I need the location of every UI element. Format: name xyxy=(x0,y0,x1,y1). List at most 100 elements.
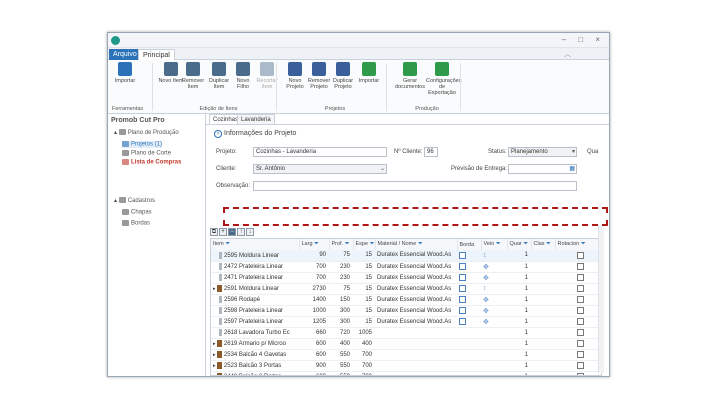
material-cell[interactable]: Duratex Essencial Wood.As xyxy=(375,294,457,306)
depth-cell[interactable]: 230 xyxy=(329,272,353,284)
tree-item-production-plan[interactable]: ▴ Plano de Produção xyxy=(114,129,179,136)
item-cell[interactable]: ▸ 2591 Moldura Linear xyxy=(211,283,299,295)
width-cell[interactable]: 900 xyxy=(299,360,329,372)
width-cell[interactable]: 660 xyxy=(299,327,329,339)
filter-icon[interactable]: ⏷ xyxy=(343,241,350,247)
grain-cell[interactable]: ✥ xyxy=(481,305,507,317)
edge-cell[interactable] xyxy=(457,360,481,372)
edge-cell[interactable] xyxy=(457,338,481,350)
project-field[interactable]: Cozinhas - Lavanderia xyxy=(253,147,387,157)
rotate-checkbox[interactable] xyxy=(576,372,584,375)
quantity-cell[interactable]: 1 xyxy=(507,272,531,284)
column-header-8[interactable]: Clas ⏷ xyxy=(531,239,556,250)
rotate-cell[interactable] xyxy=(555,338,601,350)
filter-icon[interactable]: ⏷ xyxy=(494,241,501,247)
quantity-cell[interactable]: 1 xyxy=(507,316,531,328)
calendar-icon[interactable]: ▦ xyxy=(569,165,575,173)
class-cell[interactable] xyxy=(531,371,555,375)
depth-cell[interactable]: 300 xyxy=(329,316,353,328)
rotate-cell[interactable] xyxy=(555,261,601,273)
notes-field[interactable] xyxy=(253,181,577,191)
rotate-cell[interactable] xyxy=(555,349,601,361)
quantity-cell[interactable]: 1 xyxy=(507,305,531,317)
quantity-cell[interactable]: 1 xyxy=(507,294,531,306)
thickness-cell[interactable]: 700 xyxy=(353,349,375,361)
group-icon[interactable]: ⧉ xyxy=(210,228,218,236)
thickness-cell[interactable]: 15 xyxy=(353,283,375,295)
edge-cell[interactable] xyxy=(457,294,481,306)
material-cell[interactable] xyxy=(375,371,457,375)
rotate-checkbox[interactable] xyxy=(576,339,584,347)
filter-icon[interactable]: ⏷ xyxy=(368,241,374,247)
quantity-cell[interactable]: 1 xyxy=(507,283,531,295)
item-cell[interactable]: 2596 Rodapé xyxy=(211,294,299,306)
width-cell[interactable]: 700 xyxy=(299,261,329,273)
depth-cell[interactable]: 550 xyxy=(329,360,353,372)
depth-cell[interactable]: 150 xyxy=(329,294,353,306)
generate-documents-button[interactable]: Gerar documentos xyxy=(394,62,426,90)
thickness-cell[interactable]: 15 xyxy=(353,272,375,284)
item-cell[interactable]: 2471 Prateleira Linear xyxy=(211,272,299,284)
expand-icon[interactable]: ▴ xyxy=(114,198,119,204)
rotate-checkbox[interactable] xyxy=(576,284,584,292)
rotate-cell[interactable] xyxy=(555,250,601,262)
duplicate-project-button[interactable]: Duplicar Projeto xyxy=(330,62,356,90)
item-cell[interactable]: ▸ 2440 Balcão 2 Portas xyxy=(211,371,299,375)
grain-cell[interactable] xyxy=(481,327,507,339)
edge-checkbox[interactable] xyxy=(459,262,466,270)
import-project-button[interactable]: Importar xyxy=(356,62,382,84)
rotate-checkbox[interactable] xyxy=(576,328,584,336)
edge-checkbox[interactable] xyxy=(459,317,466,325)
new-child-button[interactable]: Novo Filho xyxy=(230,62,256,90)
rotate-checkbox[interactable] xyxy=(576,251,584,259)
column-header-2[interactable]: Prof. ⏷ xyxy=(329,239,354,250)
tree-item-projects[interactable]: Projetos (1) xyxy=(122,141,163,148)
edge-checkbox[interactable] xyxy=(459,251,466,259)
width-cell[interactable]: 2730 xyxy=(299,283,329,295)
grain-cell[interactable]: ✥ xyxy=(481,316,507,328)
export-settings-button[interactable]: Configurações de Exportação xyxy=(426,62,461,96)
rotate-cell[interactable] xyxy=(555,360,601,372)
column-header-9[interactable]: Rotacion ⏷ xyxy=(555,239,601,250)
section-header[interactable]: ˄ Informações do Projeto xyxy=(214,130,296,138)
tab-arquivo[interactable]: Arquivo xyxy=(109,49,141,60)
rotate-checkbox[interactable] xyxy=(576,295,584,303)
edge-cell[interactable] xyxy=(457,316,481,328)
column-header-0[interactable]: Item ⏷ xyxy=(211,239,300,250)
client-dropdown[interactable]: Sr. Antônio ⌄ xyxy=(253,164,387,174)
width-cell[interactable]: 90 xyxy=(299,250,329,262)
material-cell[interactable]: Duratex Essencial Wood.As xyxy=(375,316,457,328)
grain-cell[interactable] xyxy=(481,360,507,372)
grain-cell[interactable] xyxy=(481,371,507,375)
edge-cell[interactable] xyxy=(457,250,481,262)
grain-cell[interactable]: ✥ xyxy=(481,294,507,306)
quantity-cell[interactable]: 1 xyxy=(507,349,531,361)
item-cell[interactable]: 2597 Prateleira Linear xyxy=(211,316,299,328)
table-row[interactable]: 2597 Prateleira Linear 1205 300 15 Duratex E… xyxy=(211,316,601,328)
quantity-cell[interactable]: 1 xyxy=(507,371,531,375)
thickness-cell[interactable]: 15 xyxy=(353,261,375,273)
add-icon[interactable]: + xyxy=(219,228,227,236)
remove-item-button[interactable]: Remover Item xyxy=(180,62,206,90)
rotate-cell[interactable] xyxy=(555,305,601,317)
class-cell[interactable] xyxy=(531,327,555,339)
filter-icon[interactable]: ⏷ xyxy=(313,241,319,247)
depth-cell[interactable]: 230 xyxy=(329,261,353,273)
filter-icon[interactable]: ⏷ xyxy=(522,241,528,247)
thickness-cell[interactable]: 15 xyxy=(353,305,375,317)
rotate-checkbox[interactable] xyxy=(576,306,584,314)
expand-icon[interactable]: ▴ xyxy=(114,130,119,136)
thickness-cell[interactable]: 700 xyxy=(353,371,375,375)
tree-item-shopping-list[interactable]: Lista de Compras xyxy=(122,159,181,166)
tree-item-sheets[interactable]: Chapas xyxy=(122,209,152,216)
filter-icon[interactable]: ⏷ xyxy=(224,241,230,247)
width-cell[interactable]: 1400 xyxy=(299,294,329,306)
width-cell[interactable]: 600 xyxy=(299,371,329,375)
filter-icon[interactable]: ⏷ xyxy=(545,241,551,247)
material-cell[interactable] xyxy=(375,327,457,339)
table-row[interactable]: 2595 Moldura Linear 90 75 15 Duratex Essenci… xyxy=(211,250,601,262)
rotate-cell[interactable] xyxy=(555,272,601,284)
grid-scrollbar[interactable] xyxy=(598,225,604,373)
edge-cell[interactable] xyxy=(457,327,481,339)
column-header-1[interactable]: Larg ⏷ xyxy=(299,239,330,250)
